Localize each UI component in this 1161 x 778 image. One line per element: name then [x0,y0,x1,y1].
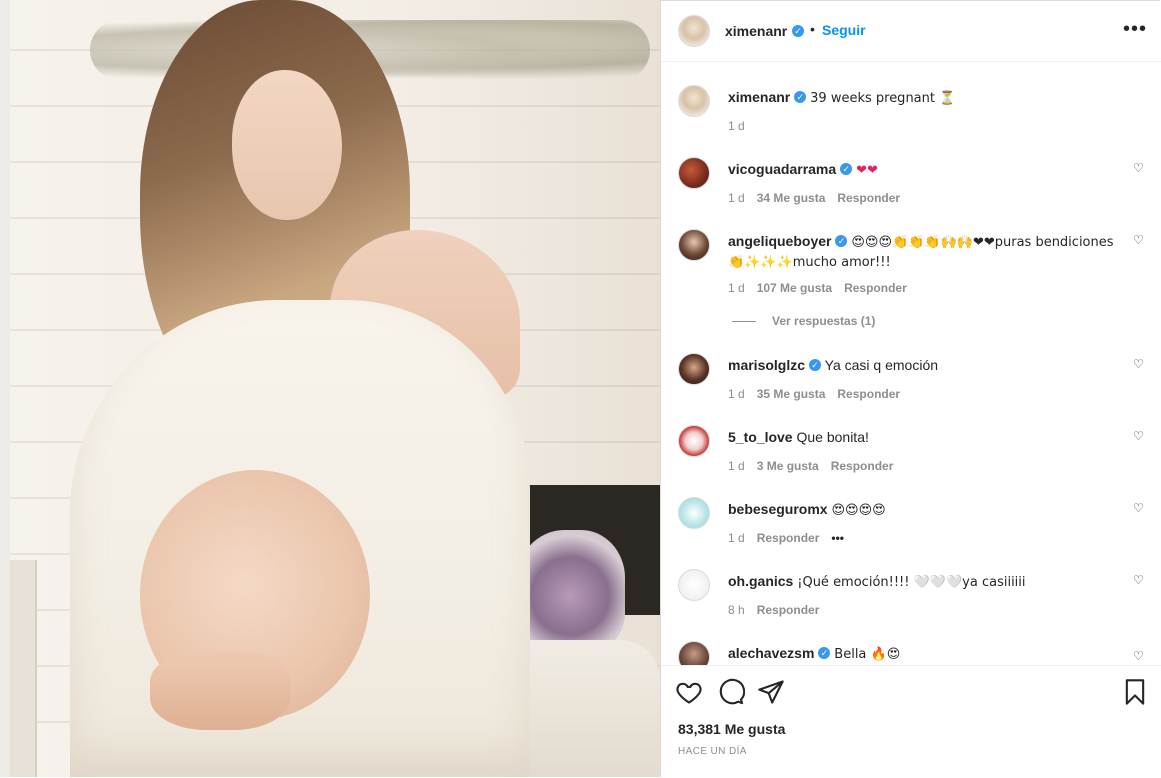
heart-icon[interactable]: ♡ [1133,501,1144,515]
comment-username[interactable]: alechavezsm [728,645,814,661]
comment-body: ❤❤ [856,163,878,178]
comment-text: alechavezsm ✓ Bella 🔥😍 [728,644,1128,664]
post-image[interactable] [0,0,660,777]
comment-username[interactable]: vicoguadarrama [728,161,836,177]
verified-icon: ✓ [835,235,848,248]
comment-likes[interactable]: 107 Me gusta [757,281,832,295]
comment-text: marisolglzc ✓ Ya casi q emoción [728,356,1128,374]
caption-meta: 1 d [728,119,757,133]
owner-username[interactable]: ximenanr [725,23,787,39]
image-edge [0,0,10,777]
like-heart-icon[interactable] [675,678,703,706]
heart-icon[interactable]: ♡ [1133,649,1144,663]
heart-icon[interactable]: ♡ [1133,573,1144,587]
comment-username[interactable]: 5_to_love [728,429,793,445]
comment-meta: 1 d 107 Me gusta Responder [728,281,919,295]
comment-bubble-icon[interactable] [717,678,745,706]
verified-icon: ✓ [840,163,853,176]
comment-time: 1 d [728,281,745,295]
caption-time: 1 d [728,119,745,133]
post-sidebar: ximenanr ✓ • Seguir ••• ximenanr ✓ 39 wee… [660,0,1161,778]
mirror-edge [10,560,37,777]
comment-text: 5_to_love Que bonita! [728,428,1128,446]
comment-body: 😍😍😍😍 [831,503,886,518]
comment-body: ¡Qué emoción!!!! 🤍🤍🤍ya casiiiiii [797,575,1026,590]
verified-icon: ✓ [809,359,822,372]
comment-username[interactable]: oh.ganics [728,573,793,589]
comment-username[interactable]: marisolglzc [728,357,805,373]
bookmark-icon[interactable] [1121,678,1149,706]
comment-meta: 1 d Responder ••• [728,531,856,545]
comment-text: vicoguadarrama ✓ ❤❤ [728,160,1128,180]
commenter-avatar[interactable] [678,229,710,261]
comment-body: Que bonita! [796,429,869,445]
verified-icon: ✓ [794,91,807,104]
commenter-avatar[interactable] [678,497,710,529]
commenter-avatar[interactable] [678,425,710,457]
comment-meta: 1 d 34 Me gusta Responder [728,191,912,205]
comment-time: 1 d [728,459,745,473]
comment-body: Ya casi q emoción [824,357,939,373]
post-date[interactable]: HACE UN DÍA [678,746,747,757]
verified-icon: ✓ [792,25,804,37]
comment-username[interactable]: angeliqueboyer [728,233,831,249]
comments-list[interactable]: ximenanr ✓ 39 weeks pregnant ⏳ 1 d vicogu… [661,63,1161,665]
caption-text: ximenanr ✓ 39 weeks pregnant ⏳ [728,88,1128,108]
commenter-avatar[interactable] [678,569,710,601]
caption-username[interactable]: ximenanr [728,89,790,105]
comment-username[interactable]: bebeseguromx [728,501,828,517]
reply-button[interactable]: Responder [757,531,820,545]
replies-line [732,321,756,323]
follow-button[interactable]: Seguir [822,22,866,38]
view-replies-button[interactable]: Ver respuestas (1) [732,314,875,328]
reply-button[interactable]: Responder [757,603,820,617]
comment-time: 8 h [728,603,745,617]
heart-icon[interactable]: ♡ [1133,357,1144,371]
comment-time: 1 d [728,531,745,545]
reply-button[interactable]: Responder [837,191,900,205]
view-replies-label[interactable]: Ver respuestas (1) [772,314,875,328]
verified-icon: ✓ [818,647,831,660]
face [232,70,342,220]
caption-avatar[interactable] [678,85,710,117]
amethyst-geode [515,530,625,650]
comment-text: bebeseguromx 😍😍😍😍 [728,500,1128,520]
share-paper-plane-icon[interactable] [757,678,785,706]
commenter-avatar[interactable] [678,641,710,665]
commenter-avatar[interactable] [678,157,710,189]
owner-avatar[interactable] [678,15,710,47]
comment-likes[interactable]: 35 Me gusta [757,387,826,401]
commenter-avatar[interactable] [678,353,710,385]
comment-meta: 1 d 3 Me gusta Responder [728,459,905,473]
comment-text: angeliqueboyer ✓ 😍😍😍👏👏👏🙌🙌❤❤puras bendicio… [728,232,1128,272]
comment-time: 1 d [728,387,745,401]
comment-likes[interactable]: 3 Me gusta [757,459,819,473]
heart-icon[interactable]: ♡ [1133,161,1144,175]
reply-button[interactable]: Responder [831,459,894,473]
comment-meta: 8 h Responder [728,603,831,617]
comment-body: Bella 🔥😍 [834,647,901,662]
separator-dot: • [810,21,815,37]
caption-body: 39 weeks pregnant ⏳ [810,91,956,106]
heart-icon[interactable]: ♡ [1133,233,1144,247]
post-footer: 83,381 Me gusta HACE UN DÍA [661,665,1161,778]
comment-likes[interactable]: 34 Me gusta [757,191,826,205]
heart-icon[interactable]: ♡ [1133,429,1144,443]
ellipsis-icon[interactable]: ••• [1123,18,1147,41]
comment-options-button[interactable]: ••• [831,531,844,545]
comment-time: 1 d [728,191,745,205]
comment-text: oh.ganics ¡Qué emoción!!!! 🤍🤍🤍ya casiiii… [728,572,1128,592]
reply-button[interactable]: Responder [837,387,900,401]
hands [150,650,290,730]
post-header: ximenanr ✓ • Seguir ••• [661,1,1161,62]
comment-meta: 1 d 35 Me gusta Responder [728,387,912,401]
action-bar [675,678,1155,708]
likes-count[interactable]: 83,381 Me gusta [678,721,785,737]
reply-button[interactable]: Responder [844,281,907,295]
